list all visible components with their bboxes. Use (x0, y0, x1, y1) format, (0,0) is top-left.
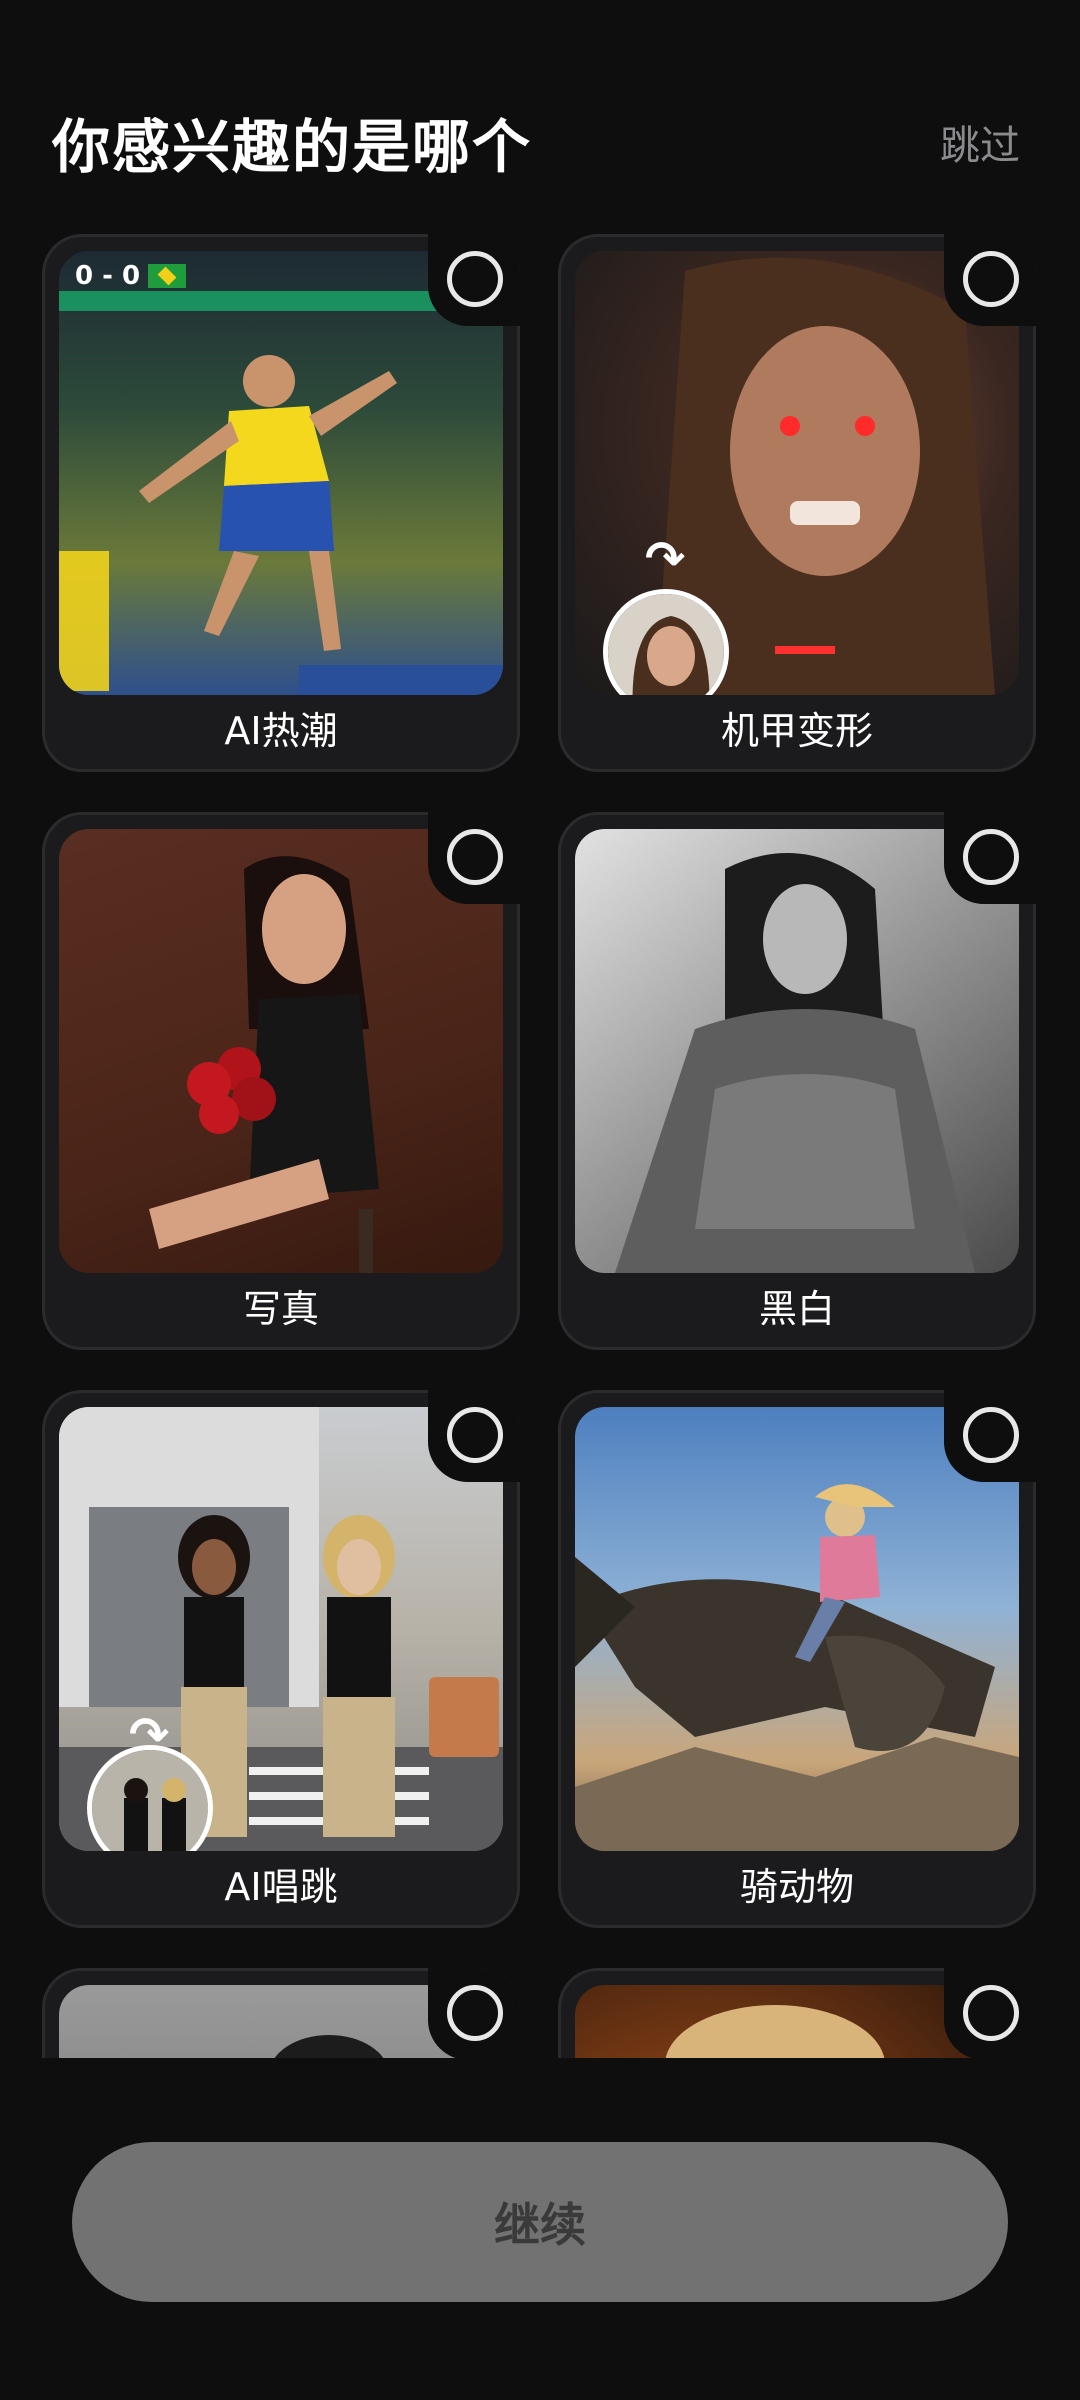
interest-card-ride-animal[interactable]: 骑动物 (558, 1390, 1036, 1928)
angry-woman-transform-image: ↷ (575, 251, 1019, 695)
page-title: 你感兴趣的是哪个 (52, 113, 533, 181)
woman-figure (615, 853, 975, 1273)
card-label: AI热潮 (224, 709, 338, 753)
interest-card-mecha-transform[interactable]: ↷ 机甲变形 (558, 234, 1036, 772)
interest-card-photoshoot[interactable]: 写真 (42, 812, 520, 1350)
select-radio[interactable] (447, 251, 503, 307)
interest-selection-screen: 你感兴趣的是哪个 跳过 0 - 0 AI热潮 ↷ 机甲变形 写真 黑白 ↷ AI… (0, 0, 1080, 2400)
interest-grid-scroll[interactable]: 0 - 0 AI热潮 ↷ 机甲变形 写真 黑白 ↷ AI唱跳 骑动物 (0, 230, 1080, 2058)
card-label: 写真 (242, 1287, 319, 1331)
continue-button[interactable]: 继续 (72, 2142, 1008, 2302)
select-radio[interactable] (963, 1985, 1019, 2041)
interest-card-partial-left[interactable] (42, 1968, 520, 2058)
football-player-image: 0 - 0 (59, 251, 503, 695)
card-label: 机甲变形 (720, 709, 873, 753)
select-radio[interactable] (963, 251, 1019, 307)
dragon-scene (575, 1484, 1019, 1851)
interest-card-black-white[interactable]: 黑白 (558, 812, 1036, 1350)
card-label: 骑动物 (739, 1865, 854, 1909)
interest-card-ai-dance[interactable]: ↷ AI唱跳 (42, 1390, 520, 1928)
girl-riding-dragon-image (575, 1407, 1019, 1851)
select-radio[interactable] (963, 1407, 1019, 1463)
woman-with-roses-image (59, 829, 503, 1273)
select-radio[interactable] (963, 829, 1019, 885)
black-white-portrait-image (575, 829, 1019, 1273)
transform-arrow-icon: ↷ (645, 531, 686, 587)
card-label: AI唱跳 (224, 1865, 338, 1909)
source-photo-image (92, 1750, 208, 1851)
player-figure (59, 291, 503, 695)
select-radio[interactable] (447, 1985, 503, 2041)
skip-button[interactable]: 跳过 (940, 113, 1020, 171)
woman-figure (149, 856, 379, 1273)
select-radio[interactable] (447, 1407, 503, 1463)
two-women-street-image: ↷ (59, 1407, 503, 1851)
select-radio[interactable] (447, 829, 503, 885)
interest-card-ai-trend[interactable]: 0 - 0 AI热潮 (42, 234, 520, 772)
footer: 继续 (0, 2058, 1080, 2400)
card-label: 黑白 (758, 1287, 835, 1331)
interest-card-partial-right[interactable] (558, 1968, 1036, 2058)
header: 你感兴趣的是哪个 跳过 (0, 0, 1080, 210)
source-face-image (608, 594, 724, 695)
interest-grid: 0 - 0 AI热潮 ↷ 机甲变形 写真 黑白 ↷ AI唱跳 骑动物 (42, 234, 1036, 2058)
